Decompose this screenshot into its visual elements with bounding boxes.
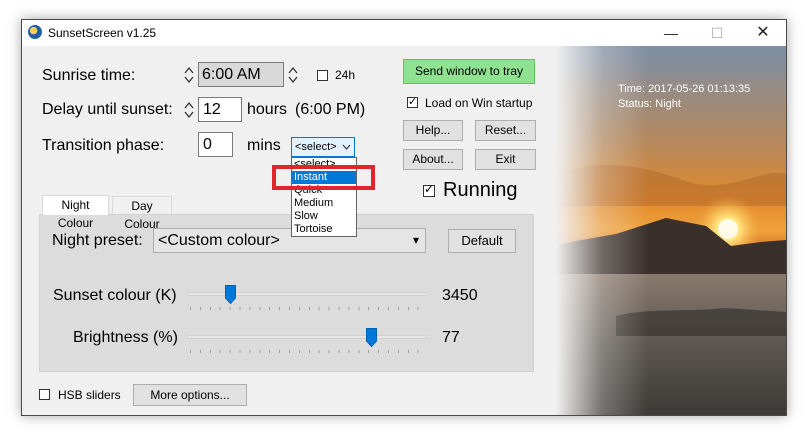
transition-speed-select[interactable]: <select> (291, 137, 355, 157)
exit-button[interactable]: Exit (475, 149, 536, 170)
reset-button[interactable]: Reset... (475, 120, 536, 141)
transition-select-value: <select> (295, 141, 337, 153)
delay-label: Delay until sunset: (42, 101, 173, 118)
default-button[interactable]: Default (448, 229, 516, 253)
sunset-colour-slider-thumb-icon[interactable] (224, 285, 236, 305)
tab-night-colour[interactable]: Night Colour (42, 195, 109, 230)
help-button[interactable]: Help... (403, 120, 463, 141)
sunrise-time-label: Sunrise time: (42, 67, 136, 84)
photo-time-text: Time: 2017-05-26 01:13:35 (618, 83, 751, 95)
running-label: Running (443, 179, 518, 201)
transition-unit-label: mins (247, 137, 281, 154)
brightness-slider-ticks (190, 350, 425, 353)
sunset-time-label: (6:00 PM) (295, 101, 366, 118)
brightness-slider-track[interactable] (187, 335, 427, 339)
night-preset-value: <Custom colour> (158, 232, 280, 249)
title-bar[interactable]: SunsetScreen v1.25 — ☐ ✕ (22, 20, 786, 46)
delay-spin-icon[interactable] (184, 99, 194, 121)
brightness-value: 77 (442, 329, 460, 346)
sunset-colour-slider-ticks (190, 307, 425, 310)
close-button[interactable]: ✕ (740, 20, 786, 46)
running-checkbox[interactable] (423, 182, 435, 197)
minimize-button[interactable]: — (648, 20, 694, 46)
night-preset-label: Night preset: (52, 232, 143, 249)
sunset-colour-value: 3450 (442, 287, 478, 304)
app-sun-icon (28, 25, 42, 39)
hsb-sliders-checkbox[interactable] (39, 389, 50, 400)
brightness-label: Brightness (%) (73, 329, 178, 346)
24h-label: 24h (335, 68, 356, 82)
dropdown-option-medium[interactable]: Medium (292, 197, 356, 210)
24h-checkbox[interactable] (317, 70, 328, 81)
brightness-slider-thumb-icon[interactable] (366, 328, 378, 348)
night-preset-select[interactable]: <Custom colour> ▾ (153, 228, 426, 253)
sunsetscreen-window: SunsetScreen v1.25 — ☐ ✕ Sunrise time: 6… (21, 19, 787, 416)
maximize-button[interactable]: ☐ (694, 20, 740, 46)
load-on-startup-label: Load on Win startup (425, 96, 533, 110)
sunset-colour-slider-track[interactable] (187, 292, 427, 296)
more-options-button[interactable]: More options... (133, 384, 247, 406)
about-button[interactable]: About... (403, 149, 463, 170)
sunset-preview-image: Time: 2017-05-26 01:13:35 Status: Night (556, 46, 786, 415)
tab-day-colour[interactable]: Day Colour (112, 196, 172, 231)
sunrise-spin-left-icon[interactable] (184, 64, 194, 86)
send-to-tray-button[interactable]: Send window to tray (403, 59, 535, 84)
sunrise-time-input[interactable]: 6:00 AM (198, 62, 284, 87)
load-on-startup-checkbox[interactable] (407, 95, 418, 108)
sunrise-spin-right-icon[interactable] (288, 64, 298, 86)
delay-unit-label: hours (247, 101, 288, 118)
transition-phase-label: Transition phase: (42, 137, 165, 154)
dropdown-option-slow[interactable]: Slow (292, 210, 356, 223)
sunset-colour-label: Sunset colour (K) (53, 287, 177, 304)
chevron-down-icon: ▾ (412, 233, 419, 247)
window-title: SunsetScreen v1.25 (48, 26, 157, 40)
hsb-sliders-label: HSB sliders (58, 388, 121, 402)
delay-hours-input[interactable]: 12 (198, 97, 242, 122)
dropdown-option-tortoise[interactable]: Tortoise (292, 223, 356, 236)
transition-mins-input[interactable]: 0 (198, 132, 233, 157)
highlight-annotation-box (272, 165, 375, 190)
photo-status-text: Status: Night (618, 98, 681, 110)
